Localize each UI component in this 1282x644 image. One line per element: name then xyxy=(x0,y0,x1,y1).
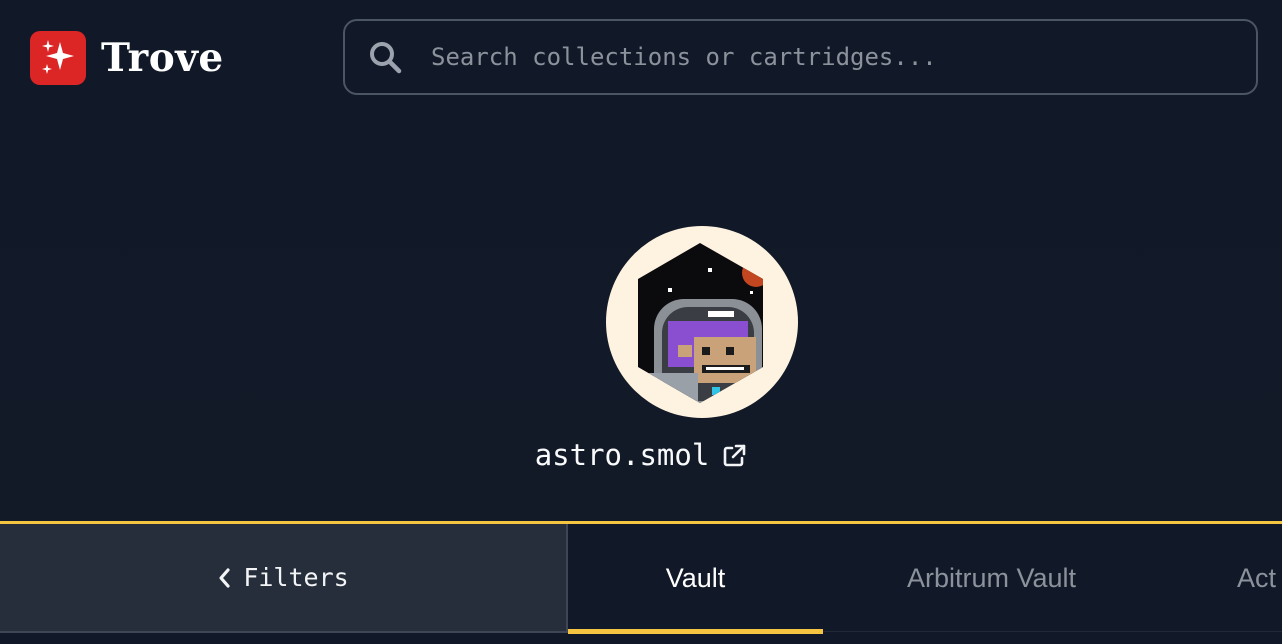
tab-activity[interactable]: Act xyxy=(1160,524,1282,632)
tabs-divider xyxy=(823,631,1282,632)
tab-arbitrum-vault[interactable]: Arbitrum Vault xyxy=(823,524,1160,632)
search-input[interactable] xyxy=(429,26,1256,88)
filters-label: Filters xyxy=(243,563,349,592)
tab-vault[interactable]: Vault xyxy=(568,524,823,632)
sparkles-icon xyxy=(30,31,86,85)
profile-name-row: astro.smol xyxy=(0,438,1282,472)
search-bar[interactable] xyxy=(343,19,1258,95)
profile-banner: astro.smol xyxy=(0,118,1282,522)
app-name: Trove xyxy=(101,35,224,81)
active-tab-indicator xyxy=(568,629,823,634)
chevron-left-icon xyxy=(219,567,230,588)
header: Trove xyxy=(0,0,1282,118)
profile-name: astro.smol xyxy=(534,438,710,472)
astronaut-avatar-image xyxy=(638,243,763,403)
filters-button[interactable]: Filters xyxy=(0,524,568,633)
external-link-icon[interactable] xyxy=(721,443,747,469)
logo[interactable]: Trove xyxy=(30,31,224,85)
avatar xyxy=(606,226,798,418)
search-icon xyxy=(370,42,402,74)
